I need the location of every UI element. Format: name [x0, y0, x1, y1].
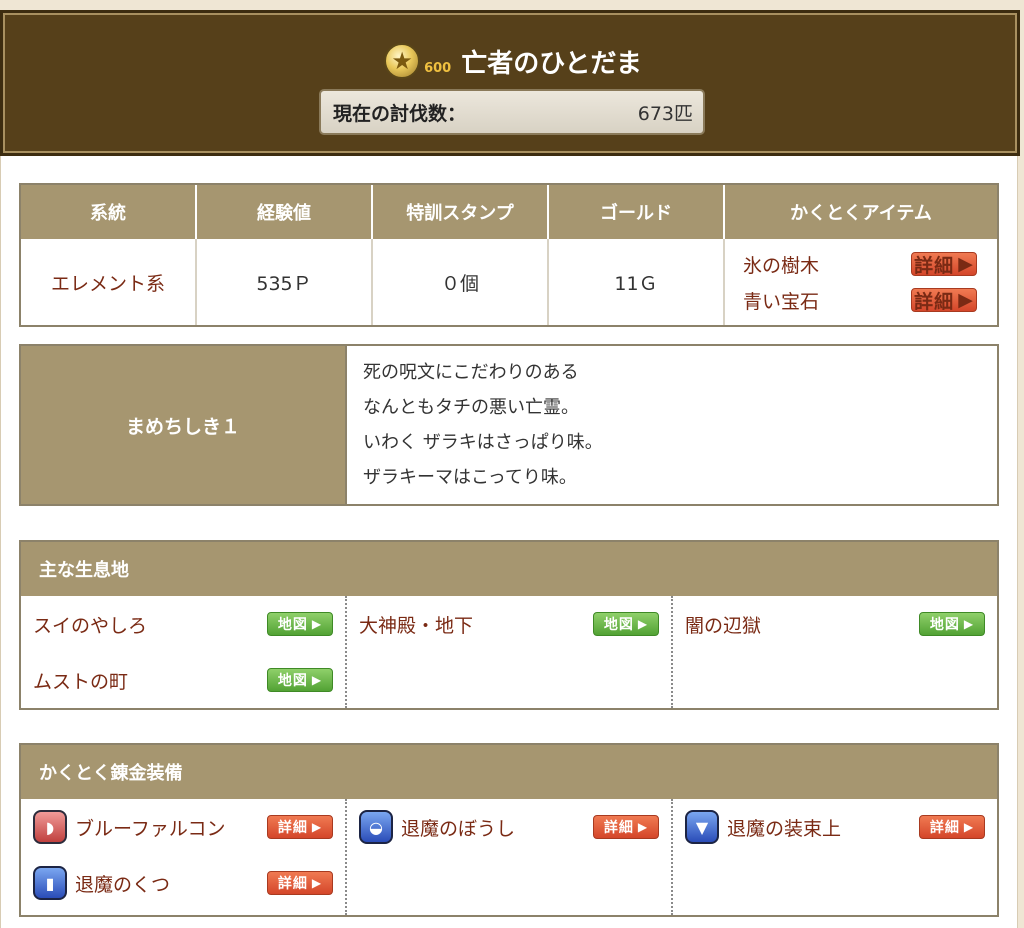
header-gold: ゴールド [549, 185, 725, 239]
header-type: 系統 [21, 185, 197, 239]
list-item: ◗ ブルーファルコン 詳細 ▶ [33, 799, 333, 855]
item-name[interactable]: 青い宝石 [743, 287, 819, 314]
equipment-column: ◒ 退魔のぼうし 詳細 ▶ [347, 799, 673, 915]
detail-button[interactable]: 詳細 ▶ [267, 871, 333, 895]
trivia-line: なんともタチの悪い亡霊。 [363, 397, 579, 418]
boots-icon: ▮ [33, 866, 67, 900]
detail-button[interactable]: 詳細 ▶ [267, 815, 333, 839]
place-name[interactable]: 闇の辺獄 [685, 611, 761, 638]
trivia-box: まめちしき１ 死の呪文にこだわりのある なんともタチの悪い亡霊。 いわく ザラキ… [19, 344, 999, 506]
header-exp: 経験値 [197, 185, 373, 239]
triangle-right-icon: ▶ [311, 876, 323, 890]
shield-icon: ◗ [33, 810, 67, 844]
list-item: ▮ 退魔のくつ 詳細 ▶ [33, 855, 333, 911]
equipment-entry[interactable]: ◒ 退魔のぼうし [359, 810, 515, 844]
equipment-name: 退魔の装束上 [727, 817, 842, 840]
detail-button[interactable]: 詳細 ▶ [593, 815, 659, 839]
map-label: 地図 [603, 617, 634, 633]
detail-label: 詳細 [929, 820, 960, 836]
detail-button[interactable]: 詳細 ▶ [911, 252, 977, 277]
equipment-section: かくとく錬金装備 ◗ ブルーファルコン 詳細 ▶ ▮ 退魔のくつ 詳細 ▶ ◒ 退魔のぼう… [19, 743, 999, 917]
equipment-entry[interactable]: ▮ 退魔のくつ [33, 866, 170, 900]
gold-value: 11Ｇ [549, 239, 725, 325]
detail-label: 詳細 [277, 820, 308, 836]
triangle-right-icon: ▶ [958, 289, 974, 311]
triangle-right-icon: ▶ [963, 820, 975, 834]
trivia-line: いわく ザラキはさっぱり味。 [363, 432, 603, 453]
hat-icon: ◒ [359, 810, 393, 844]
place-name[interactable]: 大神殿・地下 [359, 611, 473, 638]
list-item: 大神殿・地下 地図 ▶ [359, 596, 659, 652]
triangle-right-icon: ▶ [311, 820, 323, 834]
trivia-line: 死の呪文にこだわりのある [363, 362, 579, 383]
trivia-label: まめちしき１ [21, 346, 347, 504]
page: ★ 600 亡者のひとだま 現在の討伐数： 673匹 系統 経験値 特訓スタンプ… [0, 0, 1024, 928]
detail-label: 詳細 [914, 290, 955, 313]
list-item: ▼ 退魔の装束上 詳細 ▶ [685, 799, 985, 855]
stats-data-row: エレメント系 535Ｐ ０個 11Ｇ 氷の樹木 詳細 ▶ 青い宝石 詳細 ▶ [21, 239, 997, 325]
equipment-column: ▼ 退魔の装束上 詳細 ▶ [673, 799, 997, 915]
equipment-body: ◗ ブルーファルコン 詳細 ▶ ▮ 退魔のくつ 詳細 ▶ ◒ 退魔のぼうし 詳細 ▶ ▼ 退魔… [21, 799, 997, 915]
detail-button[interactable]: 詳細 ▶ [911, 288, 977, 313]
equipment-entry[interactable]: ◗ ブルーファルコン [33, 810, 225, 844]
triangle-right-icon: ▶ [637, 617, 649, 631]
list-item: ムストの町 地図 ▶ [33, 652, 333, 708]
armor-icon: ▼ [685, 810, 719, 844]
place-name[interactable]: スイのやしろ [33, 611, 147, 638]
map-label: 地図 [277, 673, 308, 689]
kill-count-value: 673匹 [637, 102, 693, 125]
map-button[interactable]: 地図 ▶ [593, 612, 659, 636]
equipment-name: 退魔のくつ [75, 873, 171, 896]
map-button[interactable]: 地図 ▶ [267, 668, 333, 692]
trivia-text: 死の呪文にこだわりのある なんともタチの悪い亡霊。 いわく ザラキはさっぱり味。… [347, 346, 997, 504]
habitat-body: スイのやしろ 地図 ▶ ムストの町 地図 ▶ 大神殿・地下 地図 ▶ 闇の辺獄 地図 ▶ [21, 596, 997, 708]
kill-count-box: 現在の討伐数： 673匹 [319, 89, 705, 135]
equipment-title: かくとく錬金装備 [21, 745, 997, 799]
exp-value: 535Ｐ [197, 239, 373, 325]
habitat-column: 闇の辺獄 地図 ▶ [673, 596, 997, 708]
detail-label: 詳細 [277, 876, 308, 892]
stats-header-row: 系統 経験値 特訓スタンプ ゴールド かくとくアイテム [21, 185, 997, 239]
detail-label: 詳細 [914, 254, 955, 277]
stats-table: 系統 経験値 特訓スタンプ ゴールド かくとくアイテム エレメント系 535Ｐ … [19, 183, 999, 327]
habitat-title: 主な生息地 [21, 542, 997, 596]
stamp-value: ０個 [373, 239, 549, 325]
equipment-name: ブルーファルコン [75, 817, 226, 840]
list-item: スイのやしろ 地図 ▶ [33, 596, 333, 652]
map-button[interactable]: 地図 ▶ [267, 612, 333, 636]
trivia-line: ザラキーマはこってり味。 [363, 467, 577, 488]
list-item: 青い宝石 詳細 ▶ [743, 282, 977, 318]
items-cell: 氷の樹木 詳細 ▶ 青い宝石 詳細 ▶ [725, 239, 997, 325]
map-button[interactable]: 地図 ▶ [919, 612, 985, 636]
triangle-right-icon: ▶ [963, 617, 975, 631]
monster-header: ★ 600 亡者のひとだま 現在の討伐数： 673匹 [0, 10, 1020, 156]
type-value: エレメント系 [21, 239, 197, 325]
detail-button[interactable]: 詳細 ▶ [919, 815, 985, 839]
header-items: かくとくアイテム [790, 203, 932, 224]
equipment-name: 退魔のぼうし [401, 817, 516, 840]
habitat-section: 主な生息地 スイのやしろ 地図▶ ムストの町 地図▶ 大神殿・地下 地図▶ [19, 540, 999, 710]
monster-name: 亡者のひとだま [461, 48, 642, 79]
header-stamp: 特訓スタンプ [373, 185, 549, 239]
list-item: 氷の樹木 詳細 ▶ [743, 246, 977, 282]
list-item: 闇の辺獄 地図 ▶ [685, 596, 985, 652]
map-label: 地図 [277, 617, 308, 633]
item-name[interactable]: 氷の樹木 [743, 251, 819, 278]
triangle-right-icon: ▶ [958, 253, 974, 275]
equipment-entry[interactable]: ▼ 退魔の装束上 [685, 810, 841, 844]
map-label: 地図 [929, 617, 960, 633]
title-row: ★ 600 亡者のひとだま [3, 39, 1023, 83]
list-item: ◒ 退魔のぼうし 詳細 ▶ [359, 799, 659, 855]
triangle-right-icon: ▶ [311, 617, 323, 631]
habitat-column: スイのやしろ 地図 ▶ ムストの町 地図 ▶ [21, 596, 347, 708]
detail-label: 詳細 [603, 820, 634, 836]
place-name[interactable]: ムストの町 [33, 667, 128, 694]
equipment-column: ◗ ブルーファルコン 詳細 ▶ ▮ 退魔のくつ 詳細 ▶ [21, 799, 347, 915]
triangle-right-icon: ▶ [311, 673, 323, 687]
habitat-column: 大神殿・地下 地図 ▶ [347, 596, 673, 708]
points-value: 600 [424, 60, 452, 76]
kill-count-label: 現在の討伐数： [333, 102, 467, 125]
triangle-right-icon: ▶ [637, 820, 649, 834]
star-icon: ★ [384, 43, 421, 79]
